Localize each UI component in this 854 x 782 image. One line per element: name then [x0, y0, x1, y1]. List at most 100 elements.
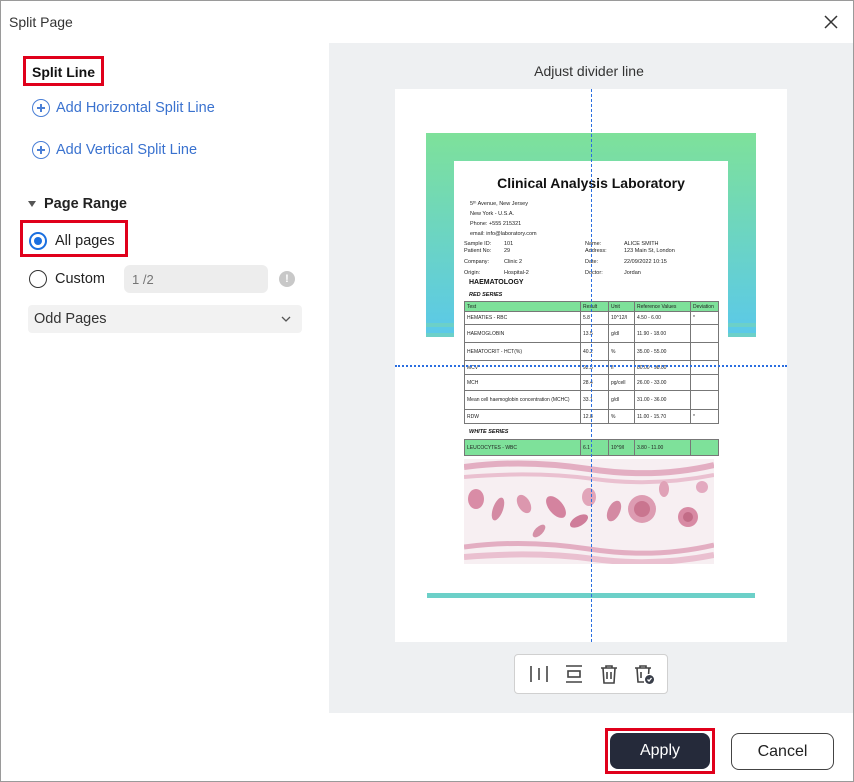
doc-field-label: Sample ID: [464, 241, 492, 247]
table-cell: 11.00 - 15.70 [634, 409, 691, 424]
add-vertical-label: Add Vertical Split Line [56, 142, 198, 158]
table-cell: 92.5 [580, 360, 609, 375]
table-header-cell: Unit [608, 301, 635, 312]
doc-address-line: Phone: +555 215321 [470, 221, 522, 227]
custom-radio[interactable]: Custom [29, 270, 105, 288]
table-cell: * [690, 311, 719, 325]
table-header-cell: Result [580, 301, 609, 312]
table-cell: 13.5 [580, 324, 609, 343]
horizontal-divider-line[interactable] [395, 365, 787, 367]
doc-subsection: RED SERIES [469, 292, 503, 298]
add-horizontal-split-line-button[interactable]: Add Horizontal Split Line [32, 99, 215, 117]
delete-all-dividers-tool[interactable] [631, 661, 657, 687]
table-cell: 3.80 - 11.00 [634, 439, 691, 456]
table-cell: 26.00 - 33.00 [634, 374, 691, 391]
doc-field-value: ALICE SMITH [624, 241, 659, 247]
table-header-cell: Deviation [690, 301, 719, 312]
table-cell: RDW [464, 409, 581, 424]
doc-frame-bar [426, 323, 454, 327]
custom-page-range-input[interactable] [124, 265, 268, 293]
table-cell: g/dl [608, 324, 635, 343]
table-header-cell: Reference Values [634, 301, 691, 312]
page-subset-value: Odd Pages [34, 311, 107, 327]
add-horizontal-divider-tool[interactable] [561, 661, 587, 687]
table-cell: MCH [464, 374, 581, 391]
table-cell: MCV [464, 360, 581, 375]
table-cell: 10^9/l [608, 439, 635, 456]
divider-toolbar [514, 654, 668, 694]
doc-field-label: Address: [585, 248, 607, 254]
doc-frame-bar [728, 333, 756, 337]
page-range-toggle[interactable]: Page Range [28, 196, 127, 212]
close-button[interactable] [821, 12, 841, 32]
add-vertical-split-line-button[interactable]: Add Vertical Split Line [32, 141, 197, 159]
apply-button[interactable]: Apply [610, 733, 710, 769]
doc-address-line: New York - U.S.A. [470, 211, 515, 217]
vertical-split-icon [529, 666, 548, 682]
table-cell [690, 390, 719, 410]
page-range-heading: Page Range [44, 196, 127, 212]
table-cell: fl [608, 360, 635, 375]
doc-field-label: Origin: [464, 270, 481, 276]
doc-section-title: HAEMATOLOGY [469, 279, 524, 286]
table-cell: 80.00 - 98.00 [634, 360, 691, 375]
doc-field-label: Name: [585, 241, 602, 247]
table-cell: 10^12/l [608, 311, 635, 325]
plus-circle-icon [32, 99, 50, 117]
preview-label: Adjust divider line [534, 63, 644, 79]
table-cell [690, 324, 719, 343]
doc-field-value: 29 [504, 248, 511, 254]
table-cell: 28.4 [580, 374, 609, 391]
chevron-down-icon [281, 316, 291, 322]
plus-circle-icon [32, 141, 50, 159]
table-cell: 4.50 - 6.00 [634, 311, 691, 325]
horizontal-split-icon [565, 665, 582, 683]
doc-address-line: email: info@laboratory.com [470, 231, 537, 237]
table-cell: 11.90 - 18.00 [634, 324, 691, 343]
table-cell: % [608, 409, 635, 424]
add-horizontal-label: Add Horizontal Split Line [56, 100, 215, 116]
delete-icon [600, 665, 617, 684]
table-cell: % [608, 342, 635, 361]
dialog-title: Split Page [9, 14, 73, 30]
blood-cells-image [464, 459, 714, 564]
all-pages-radio[interactable]: All pages [29, 232, 115, 250]
preview-panel: Adjust divider line Clinical Analysis La… [329, 43, 853, 713]
table-cell [690, 342, 719, 361]
cancel-button[interactable]: Cancel [731, 733, 834, 770]
info-icon[interactable]: ! [279, 271, 295, 287]
table-cell [690, 374, 719, 391]
table-cell: * [690, 409, 719, 424]
delete-divider-tool[interactable] [596, 661, 622, 687]
all-pages-label: All pages [55, 233, 115, 249]
table-cell: 6.1 [580, 439, 609, 456]
doc-field-value: 101 [504, 241, 514, 247]
doc-field-value: 22/09/2022 10:15 [624, 259, 667, 265]
settings-panel: Split Line Add Horizontal Split Line Add… [1, 43, 329, 713]
table-cell: pg/cell [608, 374, 635, 391]
page-subset-select[interactable]: Odd Pages [28, 305, 302, 333]
table-cell: HAEMOGLOBIN [464, 324, 581, 343]
table-cell [690, 439, 719, 456]
doc-frame-bar [728, 323, 756, 327]
table-cell: 12.8 [580, 409, 609, 424]
split-page-dialog: Split Page Split Line Add Horizontal Spl… [0, 0, 854, 782]
doc-field-value: Hospital-2 [504, 270, 529, 276]
table-cell: HEMATIES - RBC [464, 311, 581, 325]
add-vertical-divider-tool[interactable] [526, 661, 552, 687]
doc-field-label: Patient No: [464, 248, 492, 254]
table-cell: 40.2 [580, 342, 609, 361]
doc-field-value: 123 Main St, London [624, 248, 675, 254]
radio-checked-icon [29, 232, 47, 250]
doc-address-line: 5ᵗʰ Avenue, New Jersey [470, 201, 528, 207]
doc-field-label: Company: [464, 259, 490, 265]
table-cell: 5.8 [580, 311, 609, 325]
collapse-triangle-icon [28, 201, 36, 207]
custom-label: Custom [55, 271, 105, 287]
table-header-cell: Test [464, 301, 581, 312]
table-cell: 31.00 - 36.00 [634, 390, 691, 410]
title-bar: Split Page [1, 1, 853, 43]
table-cell: g/dl [608, 390, 635, 410]
table-cell: HEMATOCRIT - HCT(%) [464, 342, 581, 361]
table-cell [690, 360, 719, 375]
